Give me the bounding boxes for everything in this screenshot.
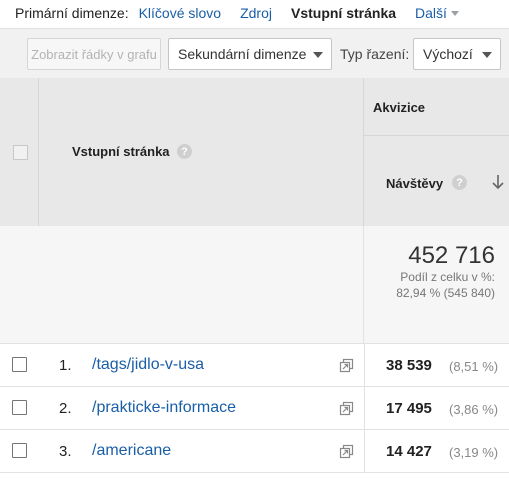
table-toolbar: Zobrazit řádky v grafu Sekundární dimenz…: [0, 28, 509, 78]
dimension-option-landing-page: Vstupní stránka: [290, 5, 397, 21]
visits-value: 17 495: [386, 400, 432, 417]
open-page-icon[interactable]: [339, 358, 354, 373]
visits-percent: (8,51 %): [449, 359, 499, 374]
secondary-dimension-label: Sekundární dimenze: [178, 46, 307, 62]
help-icon[interactable]: ?: [177, 144, 192, 159]
total-percent-value: 82,94 % (545 840): [396, 286, 495, 300]
open-page-icon[interactable]: [339, 444, 354, 459]
total-visits-value: 452 716: [408, 242, 495, 269]
totals-spacer: [0, 226, 364, 344]
visits-percent: (3,19 %): [449, 445, 499, 460]
row-index: 2.: [59, 400, 72, 417]
landing-page-link[interactable]: /prakticke-informace: [92, 399, 236, 417]
dimension-header-cell: Vstupní stránka ?: [39, 78, 364, 226]
row-index: 3.: [59, 443, 72, 460]
dimension-option-source[interactable]: Zdroj: [240, 5, 272, 21]
dimension-more-dropdown[interactable]: Další: [415, 5, 459, 21]
primary-dimension-label: Primární dimenze:: [15, 5, 129, 21]
landing-page-link[interactable]: /tags/jidlo-v-usa: [92, 356, 204, 374]
secondary-dimension-select[interactable]: Sekundární dimenze: [168, 38, 332, 70]
visits-cell: 14 427 (3,19 %): [364, 430, 509, 473]
dimension-header-title[interactable]: Vstupní stránka: [72, 144, 170, 159]
landing-page-link[interactable]: /americane: [92, 442, 171, 460]
row-checkbox[interactable]: [12, 400, 27, 415]
visits-cell: 17 495 (3,86 %): [364, 387, 509, 430]
visits-cell: 38 539 (8,51 %): [364, 344, 509, 387]
sort-type-label: Typ řazení:: [340, 46, 410, 62]
plot-rows-button: Zobrazit řádky v grafu: [27, 38, 161, 70]
dimension-more-label: Další: [415, 5, 447, 21]
metric-header-title[interactable]: Návštěvy: [386, 176, 443, 191]
table-row: 3. /americane 14 427 (3,19 %): [0, 430, 509, 473]
open-page-icon[interactable]: [339, 401, 354, 416]
chevron-down-icon: [450, 10, 459, 16]
group-header-title: Akvizice: [373, 100, 426, 115]
metric-header-visits[interactable]: Návštěvy ?: [364, 136, 509, 226]
row-checkbox[interactable]: [12, 357, 27, 372]
row-index: 1.: [59, 357, 72, 374]
table-header: Vstupní stránka ? Akvizice Návštěvy ?: [0, 78, 509, 226]
total-percent-label: Podíl z celku v %:: [400, 270, 495, 284]
group-header-acquisition: Akvizice: [364, 78, 509, 136]
table-row: 1. /tags/jidlo-v-usa 38 539 (8,51 %): [0, 344, 509, 387]
visits-value: 38 539: [386, 357, 432, 374]
chevron-down-icon: [313, 52, 323, 58]
table-row: 2. /prakticke-informace 17 495 (3,86 %): [0, 387, 509, 430]
chevron-down-icon: [482, 52, 492, 58]
sort-type-value: Výchozí: [423, 46, 473, 62]
header-checkbox-cell: [0, 78, 39, 226]
primary-dimension-bar: Primární dimenze: Klíčové slovo Zdroj Vs…: [0, 0, 509, 26]
visits-percent: (3,86 %): [449, 402, 499, 417]
row-checkbox[interactable]: [12, 443, 27, 458]
dimension-option-keyword[interactable]: Klíčové slovo: [139, 5, 221, 21]
sort-type-select[interactable]: Výchozí: [413, 38, 501, 70]
totals-row: 452 716 Podíl z celku v %: 82,94 % (545 …: [0, 226, 509, 344]
visits-value: 14 427: [386, 443, 432, 460]
help-icon[interactable]: ?: [452, 175, 467, 190]
select-all-checkbox[interactable]: [13, 145, 28, 160]
sort-descending-icon[interactable]: [491, 174, 505, 190]
